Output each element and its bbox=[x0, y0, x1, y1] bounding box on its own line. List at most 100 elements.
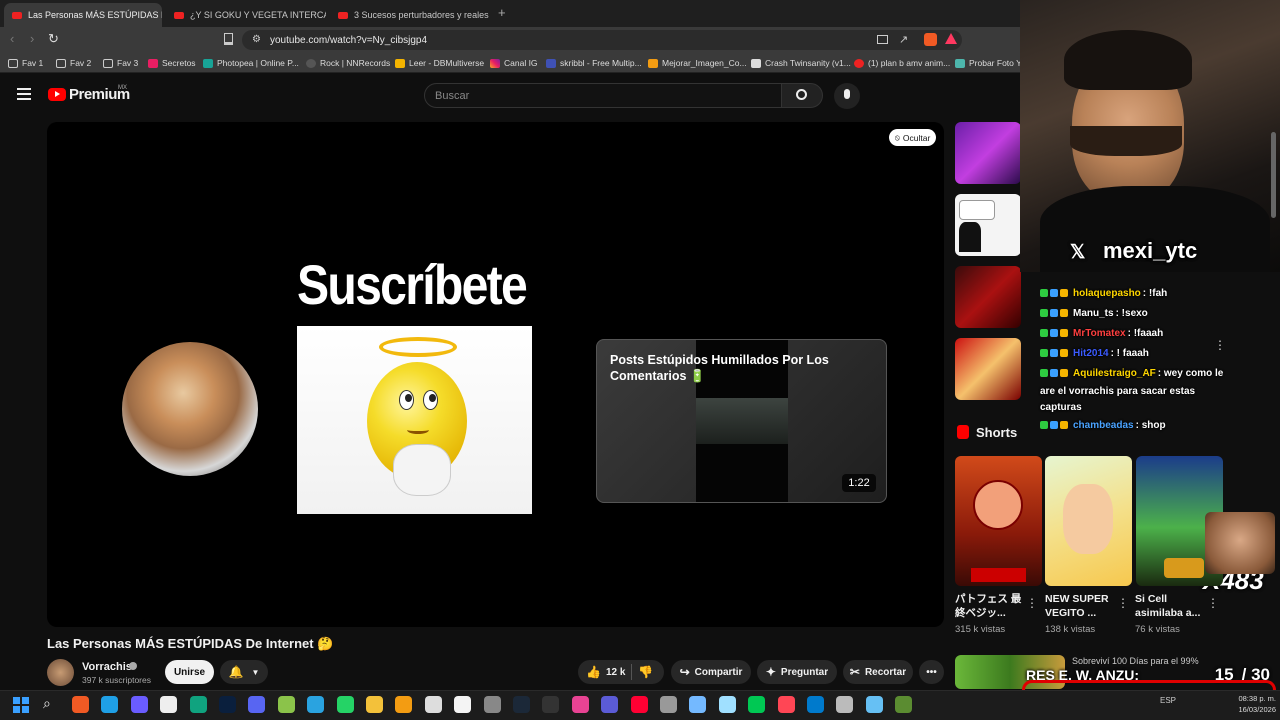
thumbs-up-icon: 👍 bbox=[586, 665, 601, 679]
tab-active[interactable]: Las Personas MÁS ESTÚPIDAS De ✕ bbox=[4, 3, 162, 27]
video-title: Las Personas MÁS ESTÚPIDAS De Internet 🤔 bbox=[47, 636, 334, 651]
bookmark-mejorar[interactable]: Mejorar_Imagen_Co... bbox=[648, 55, 747, 71]
bookmark-icon[interactable] bbox=[224, 33, 233, 45]
short-thumbnail-2[interactable] bbox=[1045, 456, 1132, 586]
steam-icon[interactable] bbox=[513, 696, 530, 713]
explorer-icon[interactable] bbox=[366, 696, 383, 713]
discord-icon[interactable] bbox=[248, 696, 266, 713]
greenapp-icon[interactable] bbox=[748, 696, 766, 713]
steam2-icon[interactable] bbox=[865, 696, 883, 713]
brave-shield-icon[interactable] bbox=[924, 33, 937, 46]
voice-search-button[interactable] bbox=[834, 83, 860, 109]
epic-icon[interactable] bbox=[424, 696, 442, 713]
recommended-thumbnail[interactable] bbox=[955, 338, 1021, 400]
recommended-thumbnail[interactable] bbox=[955, 266, 1021, 328]
more-actions-button[interactable]: ••• bbox=[919, 660, 944, 684]
halo-icon bbox=[379, 337, 457, 357]
hide-button[interactable]: ⦸ Ocultar bbox=[889, 129, 936, 146]
brave-rewards-icon[interactable] bbox=[945, 33, 957, 44]
bookmark-instagram[interactable]: Canal IG bbox=[490, 55, 538, 71]
short-title-1[interactable]: パトフェス 最終ベジッ... bbox=[955, 592, 1027, 620]
valorant-icon[interactable] bbox=[777, 696, 795, 713]
clip-icon[interactable] bbox=[454, 696, 472, 713]
clip-button[interactable]: ✂ Recortar bbox=[843, 660, 913, 684]
settings-icon[interactable] bbox=[483, 696, 501, 713]
bookmark-fav2[interactable]: Fav 2 bbox=[56, 55, 91, 71]
chatgpt-icon[interactable] bbox=[189, 696, 207, 713]
bookmark-fav1[interactable]: Fav 1 bbox=[8, 55, 43, 71]
bookmark-crash[interactable]: Crash Twinsanity (v1... bbox=[751, 55, 851, 71]
whatsapp-icon[interactable] bbox=[336, 696, 354, 713]
cast-icon[interactable] bbox=[877, 35, 888, 44]
clock-date[interactable]: 16/03/2026 bbox=[1226, 705, 1276, 714]
image-icon[interactable] bbox=[689, 696, 707, 713]
language-indicator[interactable]: ESP bbox=[1160, 696, 1176, 705]
snip-icon[interactable] bbox=[660, 696, 677, 713]
short-thumbnail-1[interactable] bbox=[955, 456, 1042, 586]
short-title-3[interactable]: Si Cell asimilaba a... bbox=[1135, 592, 1207, 620]
new-tab-button[interactable]: + bbox=[498, 5, 506, 20]
bookmark-probar[interactable]: Probar Foto Y bbox=[955, 55, 1022, 71]
gog-icon[interactable] bbox=[836, 696, 854, 713]
windows-start-icon[interactable] bbox=[13, 697, 29, 713]
capcut-icon[interactable] bbox=[160, 696, 178, 713]
ytmusic-icon[interactable] bbox=[630, 696, 648, 713]
bookmark-rock[interactable]: Rock | NNRecords bbox=[306, 55, 390, 71]
chat-badges-icon bbox=[1040, 329, 1068, 337]
like-button[interactable]: 👍 12 k bbox=[586, 665, 625, 679]
xbox-icon[interactable] bbox=[277, 696, 295, 713]
telegram-icon[interactable] bbox=[307, 696, 325, 713]
end-screen-video-card[interactable]: Posts Estúpidos Humillados Por Los Comen… bbox=[596, 339, 887, 503]
recommended-thumbnail[interactable] bbox=[955, 122, 1021, 184]
bookmark-label: Rock | NNRecords bbox=[320, 58, 391, 68]
short-title-2[interactable]: NEW SUPER VEGITO ... bbox=[1045, 592, 1117, 620]
card-title: Posts Estúpidos Humillados Por Los Comen… bbox=[610, 353, 829, 383]
brave-icon[interactable] bbox=[72, 696, 89, 713]
back-icon[interactable]: ‹ bbox=[10, 31, 14, 46]
channel-avatar[interactable] bbox=[47, 659, 74, 686]
share-button[interactable]: ↪ Compartir bbox=[671, 660, 751, 684]
bookmark-photopea[interactable]: Photopea | Online P... bbox=[203, 55, 299, 71]
taskbar-search-icon[interactable]: ⌕ bbox=[43, 695, 51, 712]
url-text[interactable]: youtube.com/watch?v=Ny_cibsjgp4 bbox=[270, 35, 427, 46]
join-button[interactable]: Unirse bbox=[165, 660, 214, 684]
more-vertical-icon[interactable]: ⋮ bbox=[1026, 596, 1038, 610]
notepad-icon[interactable] bbox=[718, 696, 736, 713]
bookmark-secretos[interactable]: Secretos bbox=[148, 55, 196, 71]
more-vertical-icon[interactable]: ⋮ bbox=[1117, 596, 1129, 610]
menu-icon[interactable] bbox=[17, 88, 31, 100]
forward-icon[interactable]: › bbox=[30, 31, 34, 46]
notifications-button[interactable]: 🔔 ▼ bbox=[220, 660, 268, 684]
tab-goku[interactable]: ¿Y SI GOKU Y VEGETA INTERCAMBIA bbox=[166, 3, 326, 27]
bookmark-fav3[interactable]: Fav 3 bbox=[103, 55, 138, 71]
paint-icon[interactable] bbox=[571, 696, 589, 713]
minecraft-icon[interactable] bbox=[895, 696, 913, 713]
clock-time[interactable]: 08:38 p. m. bbox=[1226, 694, 1276, 703]
search-input[interactable]: Buscar bbox=[424, 83, 782, 108]
chat-username: MrTomatex bbox=[1073, 327, 1126, 339]
share-icon[interactable]: ↗ bbox=[899, 33, 908, 46]
thumbs-down-icon[interactable]: 👎 bbox=[638, 665, 653, 679]
more-vertical-icon[interactable]: ⋮ bbox=[1207, 596, 1219, 610]
channel-name[interactable]: Vorrachis bbox=[82, 661, 132, 673]
recommended-thumbnail[interactable] bbox=[955, 194, 1021, 256]
vscode-icon[interactable] bbox=[807, 696, 824, 713]
page-scrollbar[interactable] bbox=[1271, 132, 1276, 218]
site-settings-icon[interactable]: ⚙ bbox=[252, 34, 261, 45]
short-views-1: 315 k vistas bbox=[955, 624, 1006, 635]
reload-icon[interactable]: ↻ bbox=[48, 31, 59, 47]
chat-text: : !fah bbox=[1142, 287, 1168, 299]
bookmark-skribbl[interactable]: skribbl - Free Multip... bbox=[546, 55, 642, 71]
pumpkin-icon[interactable] bbox=[395, 696, 413, 713]
youtube-logo-icon[interactable] bbox=[48, 88, 66, 101]
ask-button[interactable]: ✦ Preguntar bbox=[757, 660, 837, 684]
bookmark-planb[interactable]: (1) plan b amv anim... bbox=[854, 55, 950, 71]
edge-icon[interactable] bbox=[101, 696, 119, 713]
cortana-icon[interactable] bbox=[601, 696, 619, 713]
photoshop-icon[interactable] bbox=[219, 696, 236, 713]
obs-icon[interactable] bbox=[542, 696, 560, 713]
tab-sucesos[interactable]: 3 Sucesos perturbadores y reales en bbox=[330, 3, 490, 27]
search-button[interactable] bbox=[781, 83, 823, 108]
vpn-icon[interactable] bbox=[130, 696, 148, 713]
bookmark-dbmultiverse[interactable]: Leer - DBMultiverse bbox=[395, 55, 484, 71]
